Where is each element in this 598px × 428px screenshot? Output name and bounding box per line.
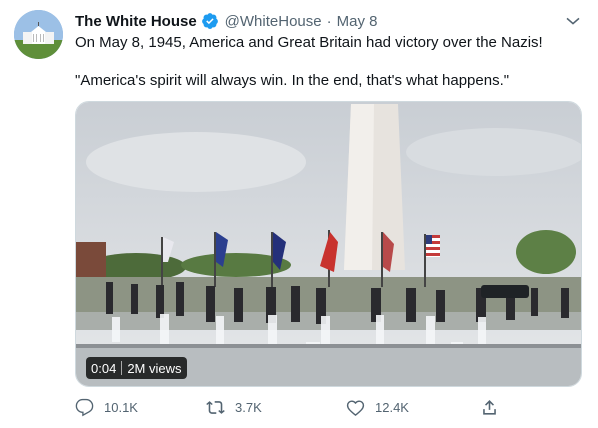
white-house-logo	[14, 10, 63, 59]
retweet-icon	[206, 401, 225, 414]
tweet-date[interactable]: May 8	[337, 13, 378, 30]
separator-dot: ·	[326, 12, 332, 30]
badge-divider	[121, 361, 123, 375]
tweet-actions: 10.1K 3.7K 12.4K	[75, 398, 515, 420]
chevron-down-icon[interactable]	[564, 12, 582, 30]
retweet-button[interactable]: 3.7K	[206, 398, 262, 417]
tweet-header: The White House @WhiteHouse · May 8	[75, 11, 582, 31]
author-handle[interactable]: @WhiteHouse	[225, 13, 322, 30]
share-icon	[483, 400, 496, 415]
author-name[interactable]: The White House	[75, 13, 197, 30]
tweet-text-line-1: On May 8, 1945, America and Great Britai…	[75, 34, 543, 51]
retweet-count: 3.7K	[235, 400, 262, 415]
like-icon	[346, 400, 365, 416]
video-duration: 0:04	[91, 360, 117, 376]
reply-icon	[75, 398, 94, 417]
reply-button[interactable]: 10.1K	[75, 398, 138, 417]
video-views: 2M views	[127, 360, 182, 376]
verified-badge-icon	[201, 12, 219, 30]
like-button[interactable]: 12.4K	[346, 398, 409, 417]
tweet-text-line-2: "America's spirit will always win. In th…	[75, 72, 510, 89]
video-player[interactable]: 0:04 2M views	[75, 101, 582, 387]
like-count: 12.4K	[375, 400, 409, 415]
avatar[interactable]	[14, 10, 63, 59]
share-button[interactable]	[480, 398, 509, 417]
video-duration-badge: 0:04 2M views	[86, 357, 187, 379]
video-frame	[76, 102, 581, 386]
reply-count: 10.1K	[104, 400, 138, 415]
